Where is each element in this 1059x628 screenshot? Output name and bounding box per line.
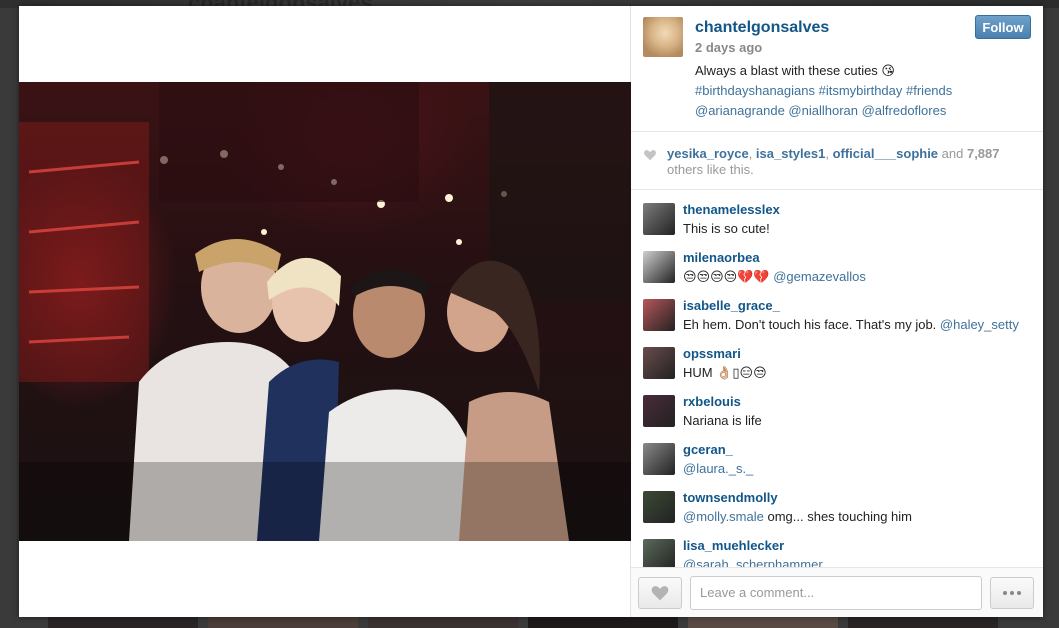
comment-body: opssmari HUM 👌🏼▯😑😒 <box>683 345 767 393</box>
comment-item: thenamelesslex This is so cute! <box>643 201 1031 249</box>
comment-message: HUM 👌🏼▯😑😒 <box>683 365 767 380</box>
comment-body: rxbelouis Nariana is life <box>683 393 762 441</box>
comment-mention[interactable]: @haley_setty <box>940 317 1019 332</box>
comment-message: 😒😒😒😒💔💔 <box>683 269 774 284</box>
comment-item: milenaorbea 😒😒😒😒💔💔 @gemazevallos <box>643 249 1031 297</box>
comment-message: Nariana is life <box>683 413 762 428</box>
commenter-avatar[interactable] <box>643 491 675 523</box>
likes-separator: , <box>825 146 833 161</box>
comment-footer <box>631 567 1043 617</box>
heart-icon <box>651 585 669 600</box>
post-photo[interactable] <box>19 82 631 541</box>
comment-username[interactable]: isabelle_grace_ <box>683 297 1019 315</box>
likes-section: yesika_royce, isa_styles1, official___so… <box>631 132 1043 190</box>
comment-text: @molly.smale omg... shes touching him <box>683 507 912 527</box>
dot-icon <box>1010 590 1014 595</box>
follow-button[interactable]: Follow <box>975 15 1031 39</box>
like-user-link[interactable]: official___sophie <box>833 146 938 161</box>
background-thumbnails <box>0 617 1059 628</box>
commenter-avatar[interactable] <box>643 251 675 283</box>
comment-body: isabelle_grace_ Eh hem. Don't touch his f… <box>683 297 1019 345</box>
background-thumbnail <box>48 617 198 628</box>
background-thumbnail <box>688 617 838 628</box>
comment-body: thenamelesslex This is so cute! <box>683 201 780 249</box>
comment-username[interactable]: rxbelouis <box>683 393 762 411</box>
comment-mention[interactable]: @molly.smale <box>683 509 764 524</box>
post-caption: Always a blast with these cuties 😘 #birt… <box>695 61 1031 121</box>
comment-mention[interactable]: @sarah_scherphammer <box>683 557 823 567</box>
likes-and: and <box>938 146 967 161</box>
comment-text: HUM 👌🏼▯😑😒 <box>683 363 767 383</box>
background-thumbnail <box>368 617 518 628</box>
comment-text: Nariana is life <box>683 411 762 431</box>
commenter-avatar[interactable] <box>643 539 675 567</box>
comment-username[interactable]: lisa_muehlecker <box>683 537 823 555</box>
caption-mentions[interactable]: @arianagrande @niallhoran @alfredoflores <box>695 101 1031 121</box>
comment-body: lisa_muehlecker @sarah_scherphammer <box>683 537 823 567</box>
commenter-avatar[interactable] <box>643 443 675 475</box>
photo-image <box>19 82 631 541</box>
dot-icon <box>1017 590 1021 595</box>
comment-username[interactable]: opssmari <box>683 345 767 363</box>
comment-text: Eh hem. Don't touch his face. That's my … <box>683 315 1019 335</box>
commenter-avatar[interactable] <box>643 299 675 331</box>
likes-count[interactable]: 7,887 <box>967 146 1000 161</box>
comment-mention[interactable]: @gemazevallos <box>773 269 866 284</box>
like-button[interactable] <box>638 576 682 609</box>
comment-message: This is so cute! <box>683 221 770 236</box>
heart-icon <box>644 150 656 161</box>
photo-pane <box>19 6 631 617</box>
caption-text: Always a blast with these cuties 😘 <box>695 63 895 78</box>
commenter-avatar[interactable] <box>643 203 675 235</box>
likes-separator: , <box>748 146 756 161</box>
comment-item: isabelle_grace_ Eh hem. Don't touch his f… <box>643 297 1031 345</box>
commenter-avatar[interactable] <box>643 347 675 379</box>
comment-item: lisa_muehlecker @sarah_scherphammer <box>643 537 1031 567</box>
comment-text: @sarah_scherphammer <box>683 555 823 567</box>
comment-input[interactable] <box>690 575 982 610</box>
like-user-link[interactable]: yesika_royce <box>667 146 749 161</box>
comment-mention[interactable]: @laura._s._ <box>683 461 753 476</box>
post-side-pane: chantelgonsalves 2 days ago Always a bla… <box>631 6 1043 617</box>
comment-text: This is so cute! <box>683 219 780 239</box>
like-user-link[interactable]: isa_styles1 <box>756 146 825 161</box>
more-options-button[interactable] <box>990 576 1034 609</box>
avatar[interactable] <box>643 17 683 57</box>
comment-username[interactable]: gceran_ <box>683 441 753 459</box>
comment-text: @laura._s._ <box>683 459 753 479</box>
comment-message: omg... shes touching him <box>763 509 912 524</box>
background-thumbnail <box>208 617 358 628</box>
likes-others: others like this. <box>667 162 754 177</box>
comments-list[interactable]: thenamelesslex This is so cute! milenaorbe… <box>631 190 1043 567</box>
comment-item: rxbelouis Nariana is life <box>643 393 1031 441</box>
background-thumbnail <box>528 617 678 628</box>
comment-item: gceran_ @laura._s._ <box>643 441 1031 489</box>
comment-body: milenaorbea 😒😒😒😒💔💔 @gemazevallos <box>683 249 866 297</box>
dot-icon <box>1003 590 1007 595</box>
comment-body: townsendmolly @molly.smale omg... shes to… <box>683 489 912 537</box>
background-thumbnail <box>848 617 998 628</box>
comment-body: gceran_ @laura._s._ <box>683 441 753 489</box>
comment-username[interactable]: milenaorbea <box>683 249 866 267</box>
comment-username[interactable]: townsendmolly <box>683 489 912 507</box>
caption-hashtags[interactable]: #birthdayshanagians #itsmybirthday #frie… <box>695 81 1031 101</box>
comment-username[interactable]: thenamelesslex <box>683 201 780 219</box>
post-header: chantelgonsalves 2 days ago Always a bla… <box>631 6 1043 132</box>
comment-item: townsendmolly @molly.smale omg... shes to… <box>643 489 1031 537</box>
post-timestamp[interactable]: 2 days ago <box>695 40 1031 55</box>
comment-message: Eh hem. Don't touch his face. That's my … <box>683 317 940 332</box>
comment-text: 😒😒😒😒💔💔 @gemazevallos <box>683 267 866 287</box>
likes-text: yesika_royce, isa_styles1, official___so… <box>667 146 1031 178</box>
comment-item: opssmari HUM 👌🏼▯😑😒 <box>643 345 1031 393</box>
commenter-avatar[interactable] <box>643 395 675 427</box>
post-modal: chantelgonsalves 2 days ago Always a bla… <box>19 6 1043 617</box>
